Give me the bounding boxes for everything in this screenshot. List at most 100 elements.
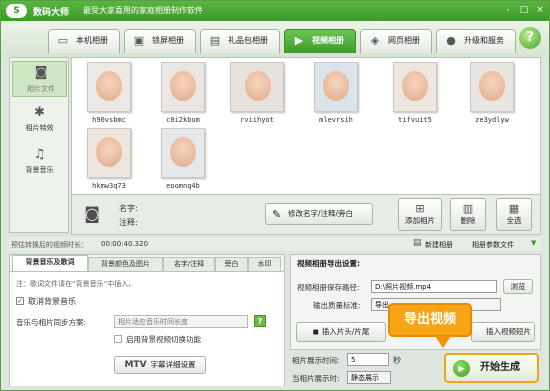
tab-narration[interactable]: 旁白 [215, 257, 248, 271]
photo-thumbnail[interactable]: eoomnq4b [153, 128, 213, 190]
display-mode-label: 当相片展示时: [292, 374, 340, 383]
main-tab-bar: ▭ 本机相册 ▣ 锁屏相册 ▤ 礼品包相册 ▶ 视频相册 ◈ 网页相册 ● 升级和服务 [1, 21, 549, 57]
sync-help-button[interactable]: ? [254, 315, 266, 327]
upgrade-icon: ● [446, 34, 456, 47]
maximize-button[interactable]: □ [517, 4, 531, 17]
select-all-button[interactable]: ▦ 全选 [496, 198, 532, 231]
photo-image [87, 128, 131, 178]
new-album-link[interactable]: 新建相册 [425, 240, 453, 250]
start-generate-button[interactable]: ▶ 开始生成 [444, 353, 539, 383]
video-icon: ▶ [294, 34, 304, 47]
cancel-music-checkbox[interactable]: ✓ [16, 297, 24, 305]
sync-scheme-label: 音乐与相片同步方案: [16, 318, 87, 327]
tab-lock-screen[interactable]: ▣ 锁屏相册 [124, 29, 196, 53]
photo-thumbnail[interactable]: h96vsbmc [79, 62, 139, 124]
music-icon: ♫ [33, 147, 46, 162]
screen-icon: ▣ [133, 34, 145, 47]
photo-image [230, 62, 284, 112]
photo-image [161, 128, 205, 178]
nav-photo-effects[interactable]: ✱ 相片特效 [12, 102, 67, 138]
bgm-tab-content: 注：歌词文件请在“背景音乐”中插入。 ✓ 取消背景音乐 音乐与相片同步方案: 相… [10, 271, 284, 386]
help-button[interactable]: ? [519, 27, 541, 49]
camera-icon: ◙ [34, 65, 48, 80]
photo-thumbnail[interactable]: tifvuit5 [385, 62, 445, 124]
save-path-label: 视频相册保存路径: [297, 283, 360, 292]
tab-pc-album[interactable]: ▭ 本机相册 [48, 29, 120, 53]
photo-time-unit: 秒 [393, 356, 401, 365]
app-logo-icon: S [6, 4, 27, 18]
photo-image [87, 62, 131, 112]
photo-image [470, 62, 514, 112]
lyrics-settings-button[interactable]: MTV 字幕详细设置 [114, 356, 206, 374]
new-album-icon: ▤ [413, 238, 422, 248]
add-photo-button[interactable]: ⊞ 添加相片 [398, 198, 442, 231]
edit-icon: ✎ [272, 208, 282, 221]
camera-icon: ◙ [84, 204, 100, 223]
effects-icon: ✱ [34, 105, 45, 120]
web-icon: ◈ [370, 34, 380, 47]
note-label: 注释: [119, 218, 138, 227]
display-mode-select[interactable]: 静态展示 [347, 371, 391, 384]
duration-value: 00:00:40.320 [101, 240, 149, 248]
gift-icon: ▤ [209, 34, 221, 47]
quality-label: 输出质量标准: [313, 301, 361, 310]
tab-bg-color-image[interactable]: 背景颜色及图片 [88, 257, 163, 271]
photo-thumbnail[interactable]: c0i2kbum [153, 62, 213, 124]
delete-button[interactable]: ▥ 删除 [450, 198, 486, 231]
dropdown-arrow-icon[interactable]: ▼ [531, 239, 536, 247]
title-bar: S 数码大师 最受大家喜用的家庭相册制作软件 - □ × [1, 1, 549, 21]
photo-image [393, 62, 437, 112]
tab-upgrade-service[interactable]: ● 升级和服务 [436, 29, 516, 53]
export-video-callout: 导出视频 [388, 303, 472, 337]
tab-bgm-lyrics[interactable]: 背景音乐及歌词 [12, 255, 88, 271]
photo-gallery: h96vsbmc c0i2kbum rviihyot mlevrsih tifv… [71, 57, 541, 195]
photo-time-input[interactable]: 5 [347, 353, 389, 366]
tab-watermark[interactable]: 水印 [248, 257, 281, 271]
tab-name-note[interactable]: 名字/注释 [163, 257, 215, 271]
app-subtitle: 最受大家喜用的家庭相册制作软件 [83, 6, 203, 15]
album-params-link[interactable]: 相册参数文件 [472, 240, 514, 250]
tab-web-album[interactable]: ◈ 网页相册 [360, 29, 432, 53]
save-path-input[interactable]: D:\照片视频.mp4 [371, 280, 497, 293]
export-settings-title: 视频相册导出设置: [297, 259, 360, 268]
settings-tabs: 背景音乐及歌词 背景颜色及图片 名字/注释 旁白 水印 [10, 255, 284, 271]
lyrics-hint: 注：歌词文件请在“背景音乐”中插入。 [16, 280, 136, 288]
mtv-icon: MTV [124, 360, 147, 370]
photo-thumbnail[interactable]: rviihyot [227, 62, 287, 124]
close-button[interactable]: × [533, 4, 547, 17]
nav-photo-files[interactable]: ◙ 相片文件 [12, 61, 67, 97]
photo-time-label: 相片展示时间: [292, 356, 340, 365]
auto-switch-checkbox[interactable] [114, 335, 122, 343]
sync-scheme-select[interactable]: 相片适应音乐时间长度 [114, 315, 248, 328]
photo-image [161, 62, 205, 112]
play-icon: ▶ [453, 360, 470, 377]
photo-thumbnail[interactable]: mlevrsih [306, 62, 366, 124]
duration-strip: 预估转换后的视频时长： 00:00:40.320 ▤ 新建相册 相册参数文件 ▼ [9, 237, 541, 251]
auto-switch-label: 启用背景视频切换功能 [126, 335, 201, 344]
edit-name-note-button[interactable]: ✎ 修改名字/注释/旁白 [265, 203, 373, 225]
photo-thumbnail[interactable]: hkmw3q73 [79, 128, 139, 190]
cancel-music-label: 取消背景音乐 [28, 297, 76, 306]
trash-icon: ▥ [462, 202, 474, 215]
insert-video-clip-button[interactable]: 插入视频短片 [471, 322, 535, 342]
film-icon: ◼ [312, 327, 319, 336]
tab-gift-album[interactable]: ▤ 礼品包相册 [200, 29, 280, 53]
photo-image [314, 62, 358, 112]
left-nav: ◙ 相片文件 ✱ 相片特效 ♫ 背景音乐 [9, 57, 69, 233]
duration-label: 预估转换后的视频时长： [11, 241, 88, 249]
settings-panel-left: 背景音乐及歌词 背景颜色及图片 名字/注释 旁白 水印 注：歌词文件请在“背景音… [9, 254, 285, 386]
select-all-icon: ▦ [508, 202, 520, 215]
pc-album-icon: ▭ [57, 34, 69, 47]
insert-intro-outro-button[interactable]: ◼ 插入片头/片尾 [296, 322, 386, 342]
photo-thumbnail[interactable]: ze3ydlyw [462, 62, 522, 124]
browse-button[interactable]: 浏览 [503, 279, 533, 294]
add-photo-icon: ⊞ [415, 202, 425, 215]
name-label: 名字: [119, 204, 138, 213]
callout-arrow [435, 336, 451, 348]
app-name: 数码大师 [33, 8, 70, 18]
tab-video-album[interactable]: ▶ 视频相册 [284, 29, 356, 53]
minimize-button[interactable]: - [501, 4, 515, 17]
photo-info-bar: ◙ 名字: 注释: ✎ 修改名字/注释/旁白 ⊞ 添加相片 ▥ 删除 ▦ 全选 [71, 195, 541, 235]
app-window: S 数码大师 最受大家喜用的家庭相册制作软件 - □ × ▭ 本机相册 ▣ 锁屏相册… [0, 0, 550, 391]
nav-background-music[interactable]: ♫ 背景音乐 [12, 144, 67, 180]
